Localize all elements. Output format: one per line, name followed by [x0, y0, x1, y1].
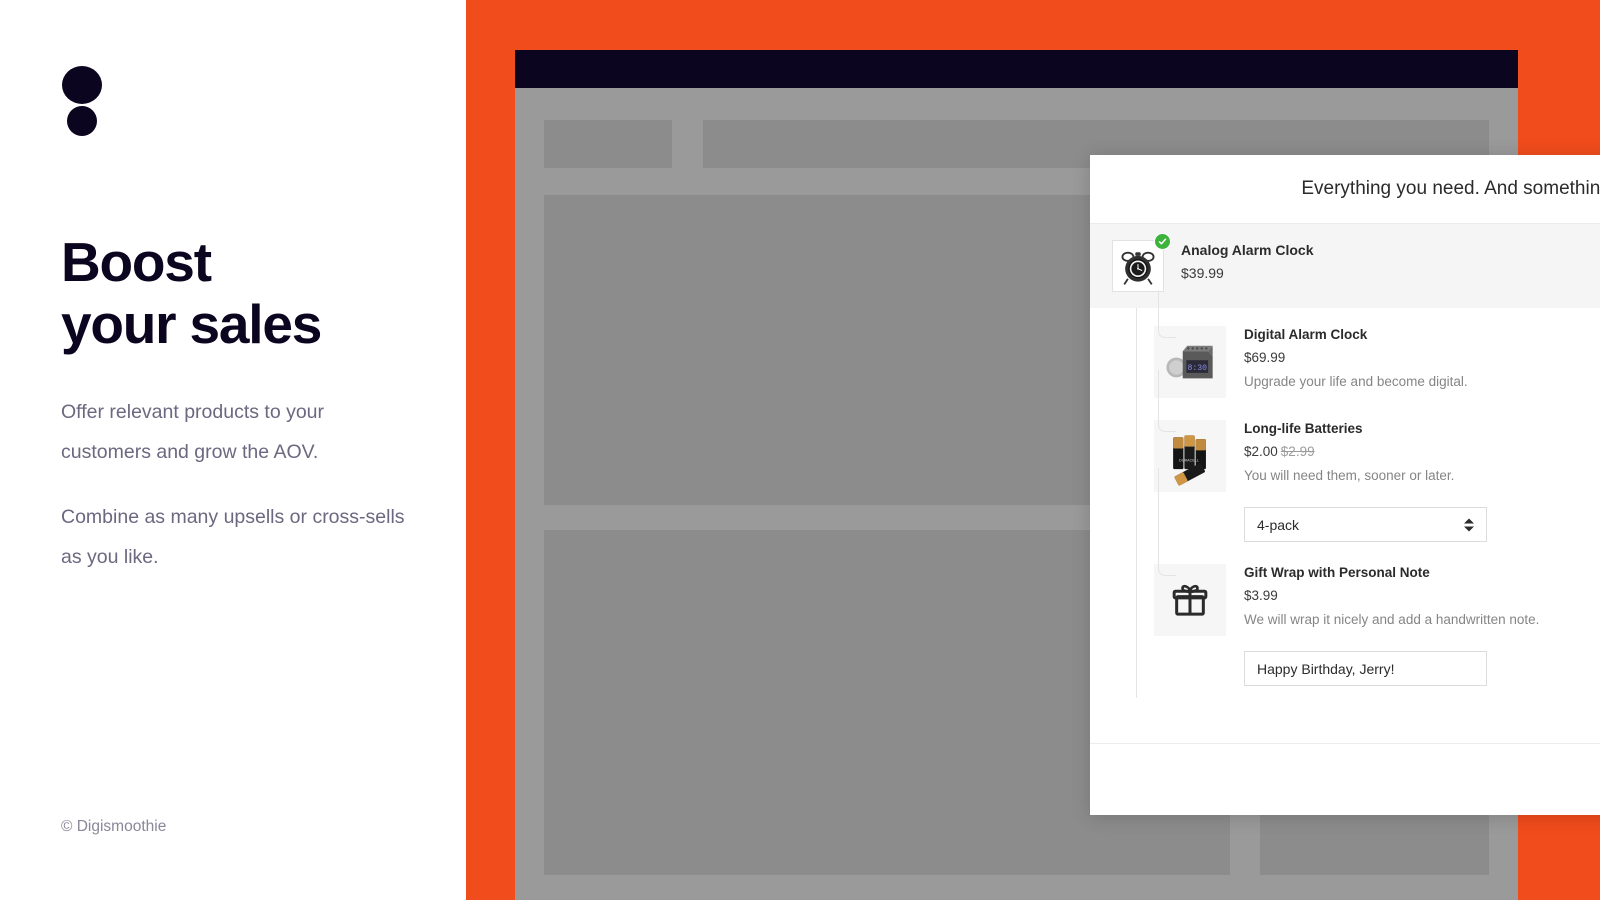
variant-select-wrapper: 4-pack [1244, 507, 1600, 542]
offer-price-value: $2.00 [1244, 444, 1278, 459]
offer-price: $2.00 $2.99 [1244, 444, 1600, 459]
modal-header: Everything you need. And something extra… [1090, 155, 1600, 223]
offers-list: 8:30 Digital Alarm Clock $69.99 Upgrade … [1090, 290, 1600, 743]
copyright-notice: © Digismoothie [61, 818, 167, 835]
svg-text:8:30: 8:30 [1187, 364, 1207, 373]
preview-panel: Everything you need. And something extra… [466, 0, 1600, 900]
offer-compare-at-price: $2.99 [1280, 444, 1315, 459]
offer-description: Upgrade your life and become digital. [1244, 374, 1468, 389]
offer-price-value: $3.99 [1244, 588, 1278, 603]
page-root: Boost your sales Offer relevant products… [0, 0, 1600, 900]
offer-price: $3.99 [1244, 588, 1600, 603]
upsell-modal: Everything you need. And something extra… [1090, 155, 1600, 815]
parent-item-info: Analog Alarm Clock $39.99 [1181, 240, 1314, 281]
tree-elbow-connector [1158, 468, 1176, 576]
offer-name: Digital Alarm Clock [1244, 327, 1368, 342]
personal-note-wrapper [1244, 651, 1600, 686]
offer-price: $69.99 [1244, 350, 1600, 365]
personal-note-input[interactable] [1244, 651, 1487, 686]
marketing-paragraph-2: Combine as many upsells or cross-sells a… [61, 506, 405, 568]
variant-select[interactable]: 4-pack [1244, 507, 1487, 542]
modal-title: Everything you need. And something extra… [1301, 178, 1600, 199]
offer-row: DURACELL Long-life Batteries $2.00 $2.99 … [1112, 370, 1600, 492]
marketing-copy: Offer relevant products to your customer… [61, 392, 411, 577]
marketing-panel: Boost your sales Offer relevant products… [0, 0, 466, 900]
offer-description: You will need them, sooner or later. [1244, 468, 1455, 483]
logo-dot-small [67, 106, 97, 136]
offer-row: 8:30 Digital Alarm Clock $69.99 Upgrade … [1112, 290, 1600, 398]
offer-details: Long-life Batteries $2.00 $2.99 You will … [1244, 420, 1600, 492]
select-arrows-icon [1464, 518, 1474, 531]
offer-description: We will wrap it nicely and add a handwri… [1244, 612, 1540, 627]
in-cart-check-icon [1154, 233, 1171, 250]
headline-line-1: Boost [61, 231, 212, 293]
page-title: Boost your sales [61, 231, 421, 355]
modal-footer: CONTINUE [1090, 743, 1600, 815]
parent-item-price: $39.99 [1181, 265, 1224, 281]
variant-select-value: 4-pack [1257, 516, 1300, 533]
parent-item-name: Analog Alarm Clock [1181, 242, 1314, 258]
offer-details: Gift Wrap with Personal Note $3.99 We wi… [1244, 564, 1600, 636]
offer-details: Digital Alarm Clock $69.99 Upgrade your … [1244, 326, 1600, 398]
parent-thumbnail-wrapper [1112, 233, 1171, 292]
offer-price-value: $69.99 [1244, 350, 1286, 365]
offer-row: Gift Wrap with Personal Note $3.99 We wi… [1112, 468, 1600, 636]
offer-name: Gift Wrap with Personal Note [1244, 565, 1430, 580]
svg-text:DURACELL: DURACELL [1179, 459, 1199, 463]
tree-elbow-connector [1158, 290, 1176, 338]
logo-dot-large [62, 66, 102, 104]
digismoothie-logo [62, 66, 104, 146]
mock-placeholder-block [544, 120, 672, 168]
mock-header-bar [515, 50, 1518, 88]
marketing-paragraph-1: Offer relevant products to your customer… [61, 401, 325, 463]
tree-elbow-connector [1158, 370, 1176, 432]
headline-line-2: your sales [61, 292, 322, 355]
offer-name: Long-life Batteries [1244, 421, 1363, 436]
